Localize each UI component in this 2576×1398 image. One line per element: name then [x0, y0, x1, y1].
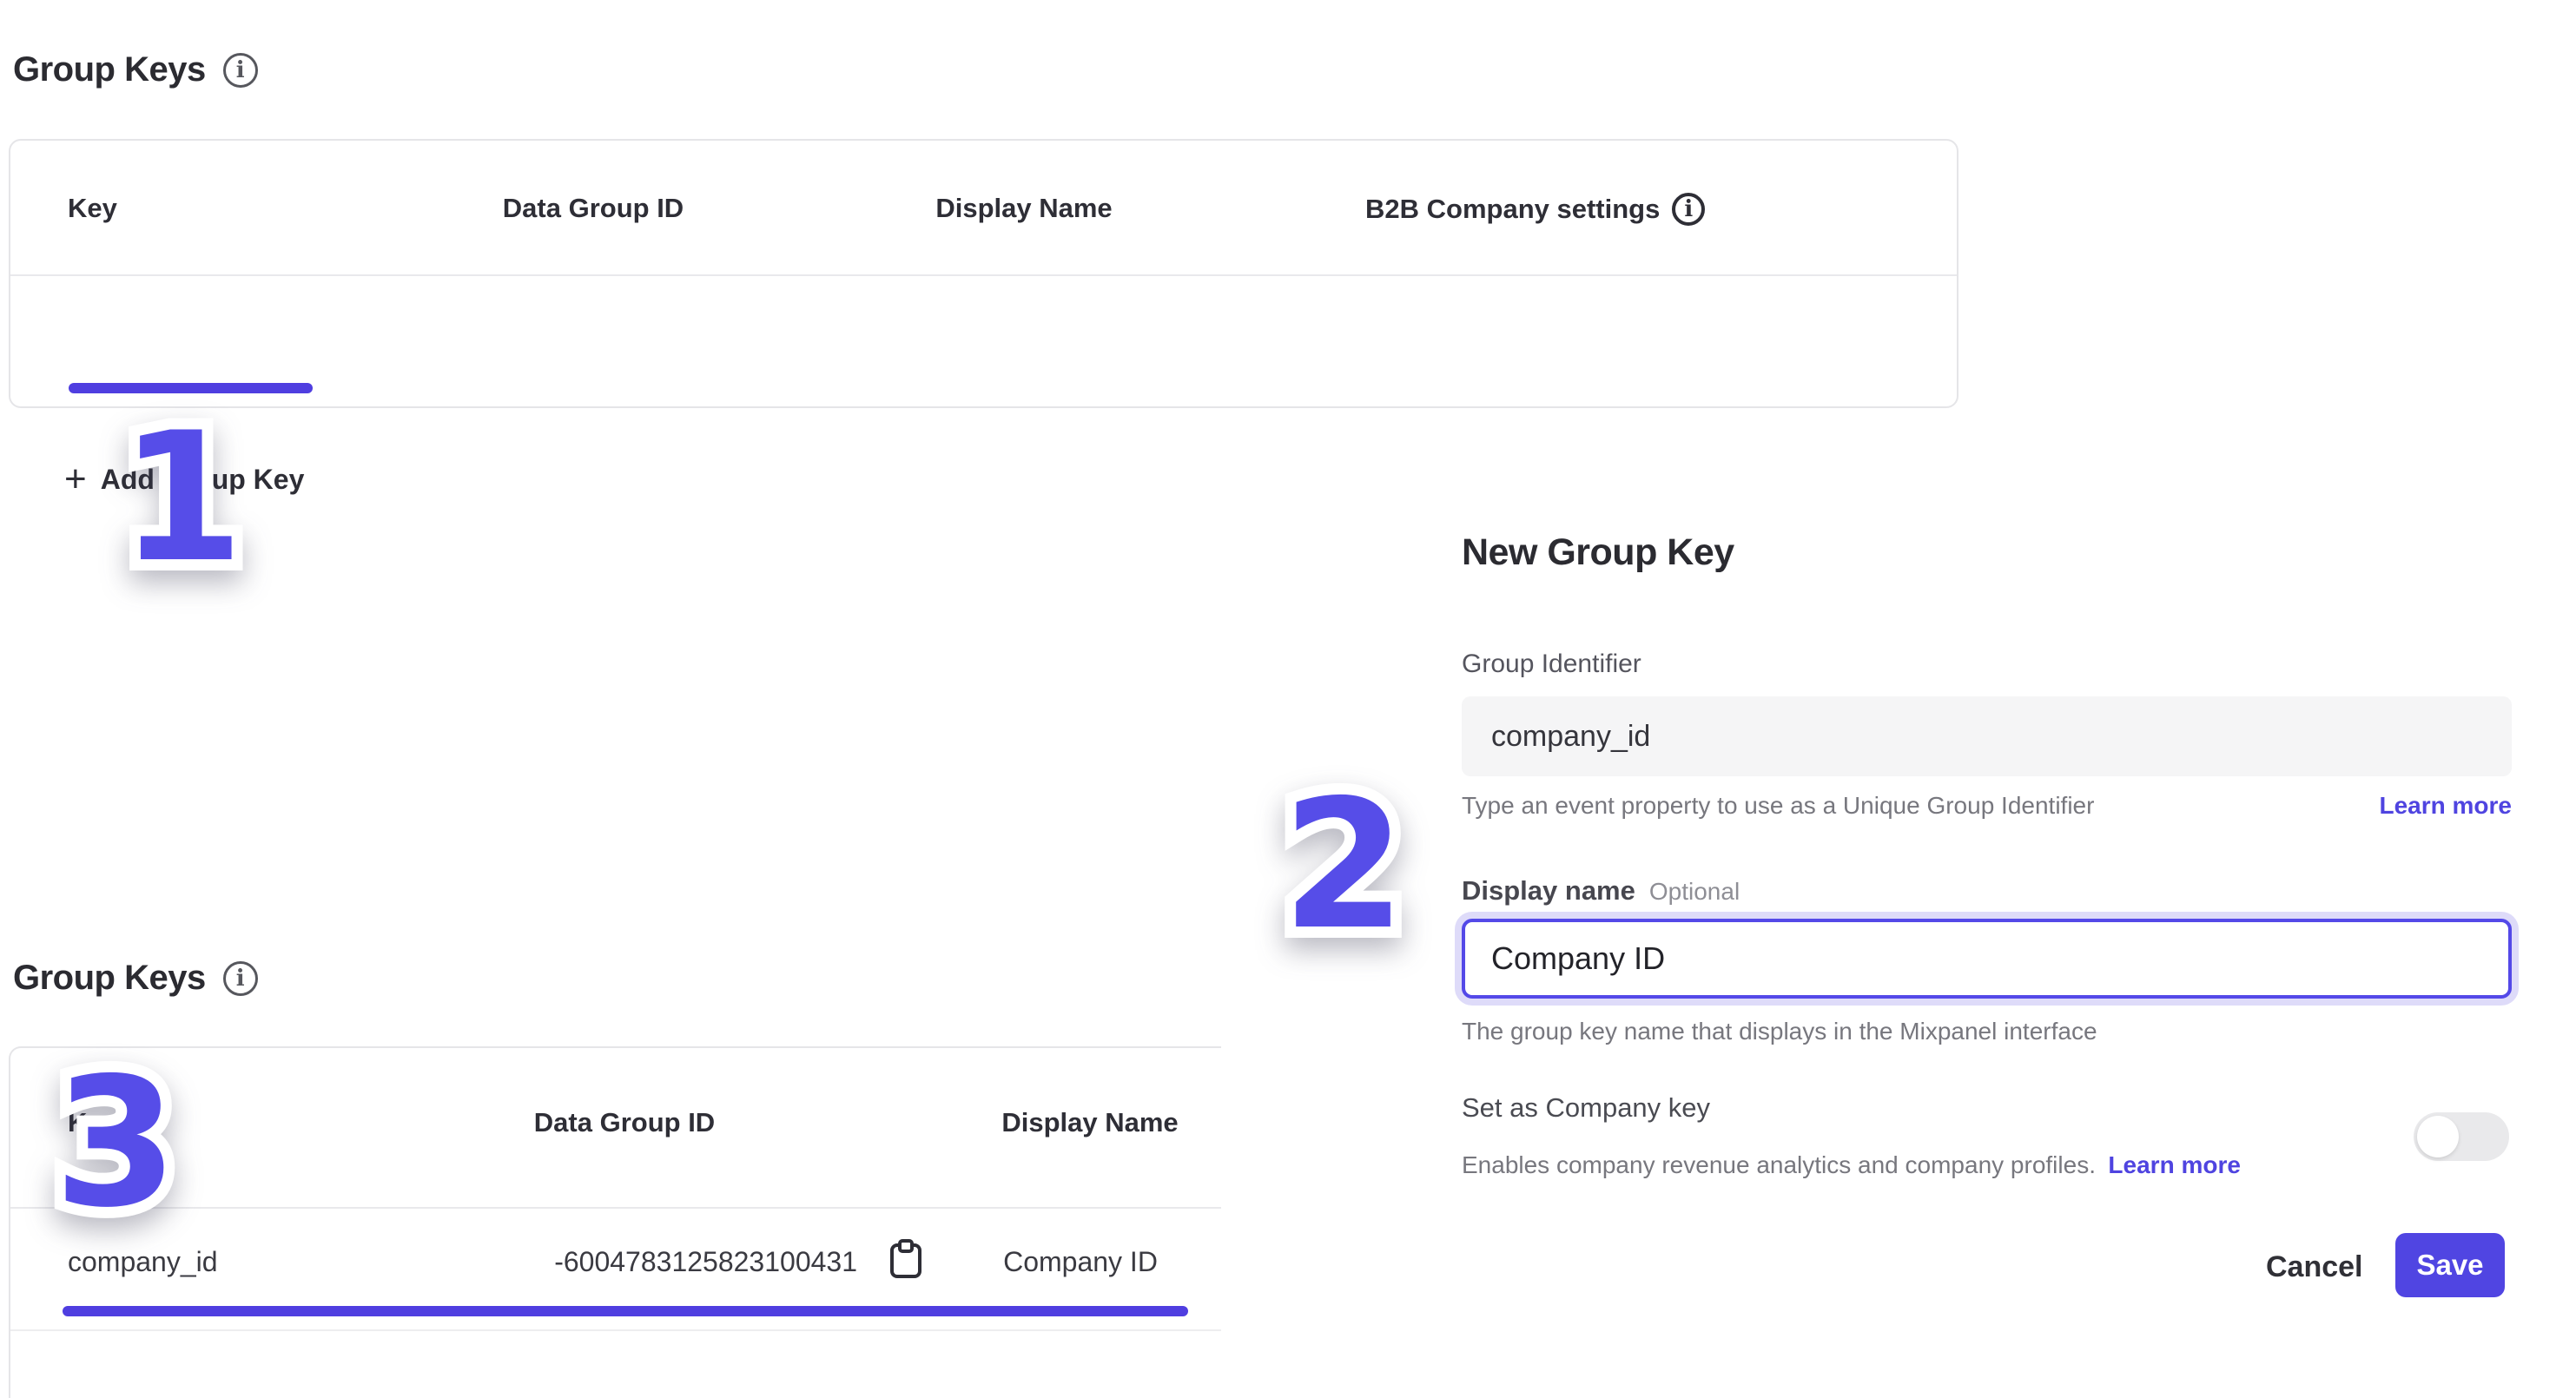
group-keys-heading-top: Group Keys i	[13, 50, 258, 89]
info-icon[interactable]: i	[223, 53, 258, 88]
column-header-display-name: Display Name	[1001, 1107, 1178, 1138]
row-key: company_id	[68, 1246, 218, 1278]
annotation-step-2: 2 2	[1282, 777, 1406, 955]
optional-tag: Optional	[1649, 878, 1740, 906]
page-title: Group Keys	[13, 959, 206, 998]
new-group-key-form: New Group Key Group Identifier Type an e…	[1462, 0, 2512, 1398]
group-keys-settings-screen: Group Keys i Key Data Group ID Display N…	[0, 0, 2576, 1398]
info-icon[interactable]: i	[223, 961, 258, 996]
display-name-input[interactable]	[1462, 919, 2512, 999]
row-data-group-id: -6004783125823100431	[554, 1246, 857, 1278]
group-identifier-helper: Type an event property to use as a Uniqu…	[1462, 792, 2094, 820]
group-keys-table-filled: Key Data Group ID Display Name company_i…	[9, 1046, 1221, 1398]
column-header-key: Key	[68, 193, 117, 224]
table-header-divider	[10, 1207, 1221, 1209]
annotation-underline-row	[63, 1306, 1188, 1316]
annotation-step-3: 3 3	[54, 1055, 178, 1233]
company-key-label: Set as Company key	[1462, 1092, 1710, 1124]
copy-icon[interactable]	[886, 1237, 926, 1281]
group-identifier-label: Group Identifier	[1462, 650, 1641, 679]
learn-more-link[interactable]: Learn more	[2108, 1151, 2241, 1178]
company-key-helper: Enables company revenue analytics and co…	[1462, 1151, 2096, 1178]
row-divider	[10, 1329, 1221, 1331]
column-header-data-group-id: Data Group ID	[503, 193, 684, 224]
row-display-name: Company ID	[1003, 1246, 1158, 1278]
display-name-helper: The group key name that displays in the …	[1462, 1018, 2097, 1045]
group-identifier-helper-row: Type an event property to use as a Uniqu…	[1462, 792, 2512, 820]
cancel-button[interactable]: Cancel	[2266, 1250, 2363, 1284]
form-title: New Group Key	[1462, 531, 1734, 574]
group-identifier-input[interactable]	[1462, 696, 2512, 776]
column-header-display-name: Display Name	[935, 193, 1112, 224]
toggle-knob	[2417, 1116, 2459, 1157]
group-keys-heading-bottom: Group Keys i	[13, 959, 258, 998]
annotation-step-1: 1 1	[120, 410, 244, 588]
annotation-underline-add-key	[69, 383, 313, 393]
display-name-label: Display name	[1462, 875, 1635, 907]
page-title: Group Keys	[13, 50, 206, 89]
save-button[interactable]: Save	[2395, 1233, 2505, 1297]
company-key-helper-row: Enables company revenue analytics and co…	[1462, 1151, 2241, 1179]
learn-more-link[interactable]: Learn more	[2380, 792, 2513, 820]
display-name-label-row: Display name Optional	[1462, 875, 1740, 907]
plus-icon: +	[64, 460, 87, 498]
company-key-toggle[interactable]	[2414, 1112, 2509, 1161]
column-header-data-group-id: Data Group ID	[534, 1107, 715, 1138]
